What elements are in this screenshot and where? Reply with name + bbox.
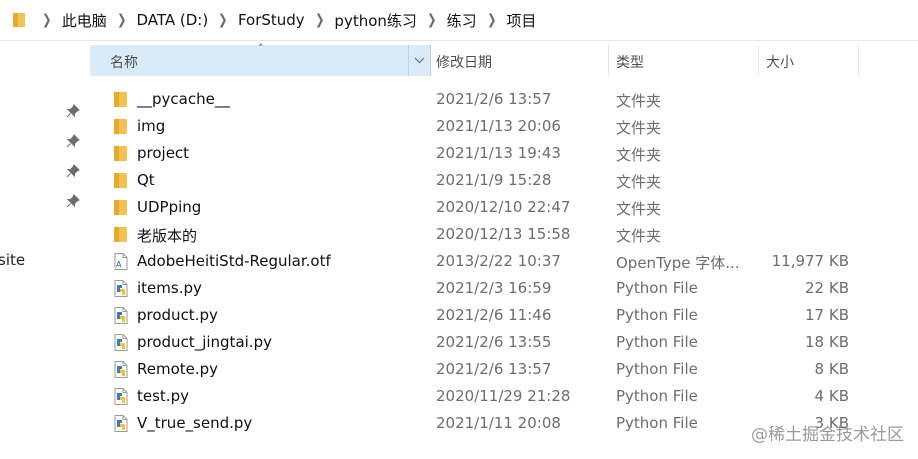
- column-date-label: 修改日期: [436, 55, 492, 71]
- file-type: 文件夹: [616, 119, 662, 137]
- file-date-modified: 2021/1/13 19:43: [436, 144, 561, 162]
- folder-icon: [113, 91, 129, 108]
- column-size-label: 大小: [766, 55, 794, 71]
- font-file-icon: A: [113, 253, 129, 270]
- file-type: Python File: [616, 387, 698, 405]
- file-name: img: [137, 117, 166, 135]
- file-row[interactable]: 老版本的 2020/12/13 15:58 文件夹: [0, 221, 918, 248]
- file-row[interactable]: product_jingtai.py 2021/2/6 13:55 Python F…: [0, 329, 918, 356]
- column-type-label: 类型: [616, 55, 644, 71]
- file-date-modified: 2021/2/6 13:55: [436, 333, 552, 351]
- file-name: items.py: [137, 279, 202, 297]
- file-type: 文件夹: [616, 227, 662, 245]
- chevron-right-icon[interactable]: ❯: [487, 12, 496, 28]
- file-row[interactable]: Remote.py 2021/2/6 13:57 Python File 8 KB: [0, 356, 918, 383]
- file-date-modified: 2020/12/10 22:47: [436, 198, 571, 216]
- column-name-header[interactable]: ˄ 名称: [90, 42, 431, 76]
- chevron-right-icon[interactable]: ❯: [218, 12, 227, 28]
- file-name: V_true_send.py: [137, 414, 253, 432]
- file-size: 4 KB: [814, 387, 849, 405]
- file-type: 文件夹: [616, 173, 662, 191]
- file-list: __pycache__ 2021/2/6 13:57 文件夹 img 2021/1/13…: [0, 86, 918, 437]
- file-date-modified: 2020/11/29 21:28: [436, 387, 571, 405]
- file-date-modified: 2021/2/6 13:57: [436, 360, 552, 378]
- file-type: OpenType 字体...: [616, 254, 740, 272]
- file-type: 文件夹: [616, 92, 662, 110]
- file-size: 18 KB: [805, 333, 849, 351]
- file-date-modified: 2020/12/13 15:58: [436, 225, 571, 243]
- svg-text:A: A: [116, 260, 122, 269]
- file-name: Remote.py: [137, 360, 219, 378]
- file-size: 17 KB: [805, 306, 849, 324]
- column-size-header[interactable]: 大小: [758, 45, 859, 76]
- file-type: Python File: [616, 279, 698, 297]
- column-name-label: 名称: [110, 55, 138, 71]
- file-row[interactable]: project 2021/1/13 19:43 文件夹: [0, 140, 918, 167]
- file-name: AdobeHeitiStd-Regular.otf: [137, 252, 331, 270]
- file-type: Python File: [616, 414, 698, 432]
- file-type: 文件夹: [616, 146, 662, 164]
- chevron-right-icon[interactable]: ❯: [42, 12, 51, 28]
- file-size: 22 KB: [805, 279, 849, 297]
- file-row[interactable]: items.py 2021/2/3 16:59 Python File 22 KB: [0, 275, 918, 302]
- column-header: ˄ 名称 修改日期 类型 大小: [90, 42, 918, 77]
- file-size: 11,977 KB: [771, 252, 849, 270]
- file-name: Qt: [137, 171, 155, 189]
- folder-icon: [113, 145, 129, 162]
- python-file-icon: [113, 334, 129, 351]
- watermark: @稀土掘金技术社区: [751, 425, 904, 445]
- file-date-modified: 2021/1/13 20:06: [436, 117, 561, 135]
- file-row[interactable]: __pycache__ 2021/2/6 13:57 文件夹: [0, 86, 918, 113]
- breadcrumb-item-data-drive[interactable]: DATA (D:): [136, 11, 208, 29]
- file-name: product_jingtai.py: [137, 333, 272, 351]
- file-name: test.py: [137, 387, 189, 405]
- file-date-modified: 2021/2/6 11:46: [436, 306, 552, 324]
- folder-icon: [12, 12, 26, 32]
- file-name: 老版本的: [137, 227, 198, 245]
- file-name: __pycache__: [137, 90, 230, 108]
- python-file-icon: [113, 361, 129, 378]
- column-type-header[interactable]: 类型: [608, 45, 759, 76]
- folder-icon: [113, 199, 129, 216]
- file-type: Python File: [616, 306, 698, 324]
- file-row[interactable]: test.py 2020/11/29 21:28 Python File 4 KB: [0, 383, 918, 410]
- file-name: UDPping: [137, 198, 202, 216]
- address-bar[interactable]: ❯ 此电脑 ❯ DATA (D:) ❯ ForStudy ❯ python练习 …: [0, 0, 918, 41]
- breadcrumb-item-python-practice[interactable]: python练习: [334, 10, 416, 31]
- file-row[interactable]: A AdobeHeitiStd-Regular.otf 2013/2/22 10:3…: [0, 248, 918, 275]
- chevron-right-icon[interactable]: ❯: [427, 12, 436, 28]
- breadcrumb-item-forstudy[interactable]: ForStudy: [238, 11, 305, 29]
- python-file-icon: [113, 307, 129, 324]
- file-type: Python File: [616, 333, 698, 351]
- sort-ascending-icon: ˄: [258, 42, 264, 55]
- file-row[interactable]: img 2021/1/13 20:06 文件夹: [0, 113, 918, 140]
- folder-icon: [113, 118, 129, 135]
- chevron-right-icon[interactable]: ❯: [315, 12, 324, 28]
- breadcrumb: ❯ 此电脑 ❯ DATA (D:) ❯ ForStudy ❯ python练习 …: [32, 0, 536, 40]
- column-date-header[interactable]: 修改日期: [428, 45, 609, 76]
- chevron-down-icon: [414, 57, 425, 64]
- breadcrumb-item-practice[interactable]: 练习: [447, 10, 477, 31]
- file-row[interactable]: product.py 2021/2/6 11:46 Python File 17 KB: [0, 302, 918, 329]
- file-name: product.py: [137, 306, 218, 324]
- file-name: project: [137, 144, 190, 162]
- folder-icon: [113, 172, 129, 189]
- file-row[interactable]: Qt 2021/1/9 15:28 文件夹: [0, 167, 918, 194]
- file-type: 文件夹: [616, 200, 662, 218]
- file-type: Python File: [616, 360, 698, 378]
- file-date-modified: 2021/2/3 16:59: [436, 279, 552, 297]
- python-file-icon: [113, 415, 129, 432]
- chevron-right-icon[interactable]: ❯: [117, 12, 126, 28]
- breadcrumb-item-project[interactable]: 项目: [506, 10, 536, 31]
- file-date-modified: 2021/1/11 20:08: [436, 414, 561, 432]
- folder-icon: [113, 226, 129, 243]
- file-date-modified: 2013/2/22 10:37: [436, 252, 561, 270]
- file-date-modified: 2021/2/6 13:57: [436, 90, 552, 108]
- python-file-icon: [113, 280, 129, 297]
- file-date-modified: 2021/1/9 15:28: [436, 171, 552, 189]
- breadcrumb-item-this-pc[interactable]: 此电脑: [62, 10, 107, 31]
- file-size: 8 KB: [814, 360, 849, 378]
- file-row[interactable]: UDPping 2020/12/10 22:47 文件夹: [0, 194, 918, 221]
- python-file-icon: [113, 388, 129, 405]
